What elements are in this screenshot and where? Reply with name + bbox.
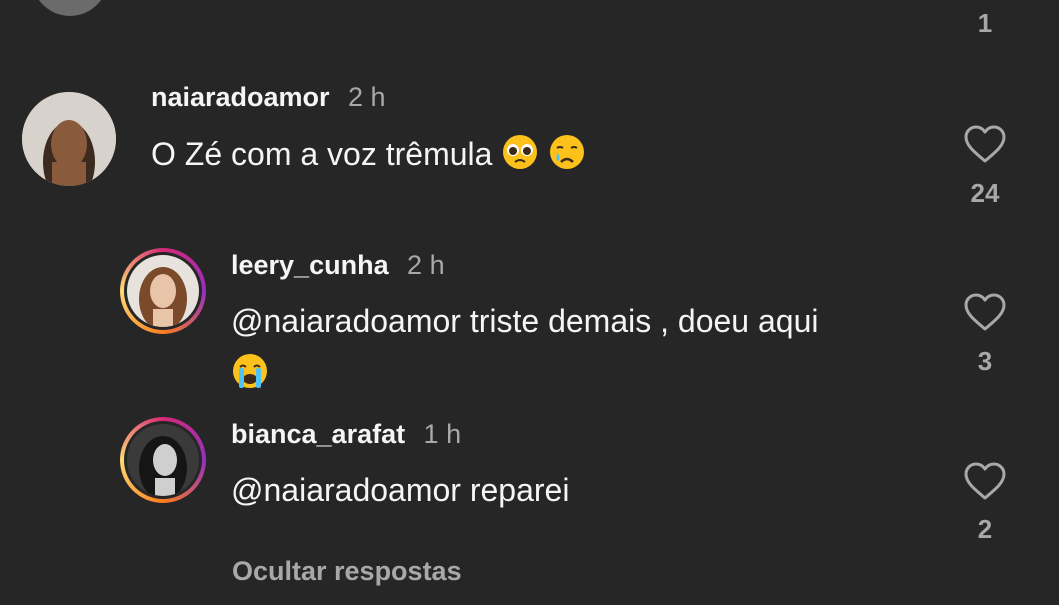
reply-1-like-count: 3: [977, 346, 993, 376]
reply-2-body: reparei: [460, 472, 570, 508]
reply-2-like-count: 2: [977, 514, 993, 544]
loudly-crying-face-emoji-icon: [231, 352, 269, 405]
reply-2-avatar[interactable]: [127, 424, 199, 496]
crying-face-emoji-icon: [548, 133, 586, 186]
reply-2-username[interactable]: bianca_arafat: [231, 419, 405, 449]
comment-like-button[interactable]: [963, 124, 1007, 169]
heart-outline-icon: [964, 125, 1006, 163]
comment-time: 2 h: [348, 82, 386, 112]
previous-comment-like-count: 1: [977, 8, 993, 38]
reply-1-time: 2 h: [407, 250, 445, 280]
reply-1-mention[interactable]: @naiaradoamor: [231, 303, 461, 339]
reply-2-time: 1 h: [423, 419, 462, 449]
heart-outline-icon: [964, 293, 1006, 331]
reply-1-header: leery_cunha 2 h: [231, 250, 445, 281]
comment-body: O Zé com a voz trêmula: [151, 136, 493, 172]
reply-2-text: @naiaradoamor reparei: [231, 464, 569, 516]
comment-like-count: 24: [970, 178, 1000, 208]
comment-header: naiaradoamor 2 h: [151, 82, 386, 113]
commenter-avatar[interactable]: [22, 92, 116, 186]
reply-1-body: triste demais , doeu aqui: [460, 303, 819, 339]
reply-1-text: @naiaradoamor triste demais , doeu aqui: [231, 295, 931, 405]
comment-text: O Zé com a voz trêmula: [151, 128, 586, 186]
reply-1-avatar[interactable]: [127, 255, 199, 327]
reply-2-like-button[interactable]: [963, 461, 1007, 506]
previous-comment-avatar[interactable]: [30, 0, 110, 16]
reply-2-header: bianca_arafat 1 h: [231, 419, 461, 450]
comment-username[interactable]: naiaradoamor: [151, 82, 330, 112]
heart-outline-icon: [964, 462, 1006, 500]
reply-1-username[interactable]: leery_cunha: [231, 250, 389, 280]
reply-1-like-button[interactable]: [963, 292, 1007, 337]
pleading-face-emoji-icon: [501, 133, 539, 186]
reply-2-mention[interactable]: @naiaradoamor: [231, 472, 461, 508]
hide-replies-button[interactable]: Ocultar respostas: [232, 556, 462, 587]
